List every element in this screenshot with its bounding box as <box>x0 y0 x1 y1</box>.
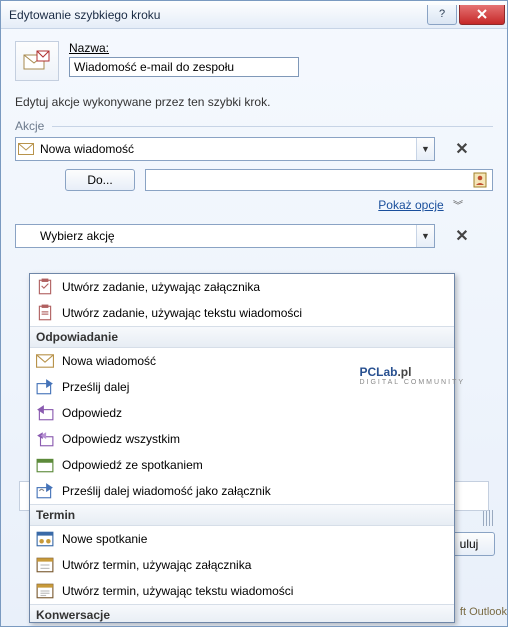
close-icon <box>476 9 488 19</box>
forward-attach-icon <box>36 482 54 500</box>
description-text: Edytuj akcje wykonywane przez ten szybki… <box>15 95 493 109</box>
action2-combo[interactable]: Wybierz akcję ▼ <box>15 224 435 248</box>
action1-selected: Nowa wiadomość <box>36 142 416 156</box>
name-row: Nazwa: <box>15 41 493 81</box>
dd-item-forward[interactable]: Prześlij dalej <box>30 374 454 400</box>
delete-action1-button[interactable]: ✕ <box>453 140 471 158</box>
dd-group-reply: Odpowiadanie <box>30 326 454 348</box>
window-buttons: ? <box>427 5 507 25</box>
mail-team-icon <box>23 49 51 73</box>
expand-chevron-icon[interactable]: ︾ <box>453 201 463 212</box>
reply-icon <box>36 404 54 422</box>
actions-section-label: Akcje <box>15 119 44 133</box>
background-app-hint: ft Outlook <box>460 606 507 618</box>
calendar-text-icon <box>36 582 54 600</box>
dialog-content: Nazwa: Edytuj akcje wykonywane przez ten… <box>1 29 507 248</box>
titlebar: Edytowanie szybkiego kroku ? <box>1 1 507 29</box>
dd-item-new-message[interactable]: Nowa wiadomość <box>30 348 454 374</box>
dd-item-appt-attachment[interactable]: Utwórz termin, używając załącznika <box>30 552 454 578</box>
dd-item-reply-all[interactable]: Odpowiedz wszystkim <box>30 426 454 452</box>
reply-meeting-icon <box>36 456 54 474</box>
dd-item-appt-text[interactable]: Utwórz termin, używając tekstu wiadomośc… <box>30 578 454 604</box>
quickstep-icon[interactable] <box>15 41 59 81</box>
meeting-icon <box>36 530 54 548</box>
dd-group-conv: Konwersacje <box>30 604 454 623</box>
addressbook-icon[interactable] <box>473 172 489 188</box>
dd-item-forward-attachment[interactable]: Prześlij dalej wiadomość jako załącznik <box>30 478 454 504</box>
task-clip-icon <box>36 278 54 296</box>
name-input[interactable] <box>69 57 299 77</box>
action1-combo[interactable]: Nowa wiadomość ▼ <box>15 137 435 161</box>
action-1: Nowa wiadomość ▼ ✕ Do... Pokaż opcje ︾ <box>15 137 493 212</box>
task-text-icon <box>36 304 54 322</box>
chevron-down-icon[interactable]: ▼ <box>416 138 434 160</box>
action2-selected: Wybierz akcję <box>36 229 416 243</box>
window-title: Edytowanie szybkiego kroku <box>9 8 160 22</box>
action-dropdown[interactable]: Utwórz zadanie, używając załącznika Utwó… <box>29 273 455 623</box>
dd-item-task-attachment[interactable]: Utwórz zadanie, używając załącznika <box>30 274 454 300</box>
mail-icon <box>36 352 54 370</box>
to-button[interactable]: Do... <box>65 169 135 191</box>
calendar-clip-icon <box>36 556 54 574</box>
chevron-down-icon[interactable]: ▼ <box>416 225 434 247</box>
name-label: Nazwa: <box>69 41 493 55</box>
dd-item-reply[interactable]: Odpowiedz <box>30 400 454 426</box>
dialog-window: Edytowanie szybkiego kroku ? Nazwa: <box>0 0 508 627</box>
reply-all-icon <box>36 430 54 448</box>
resize-grip-icon[interactable] <box>483 510 493 526</box>
dd-item-new-meeting[interactable]: Nowe spotkanie <box>30 526 454 552</box>
dd-item-reply-meeting[interactable]: Odpowiedź ze spotkaniem <box>30 452 454 478</box>
forward-icon <box>36 378 54 396</box>
to-field[interactable] <box>145 169 493 191</box>
dd-group-appt: Termin <box>30 504 454 526</box>
delete-action2-button[interactable]: ✕ <box>453 227 471 245</box>
help-button[interactable]: ? <box>427 5 457 25</box>
dd-item-task-text[interactable]: Utwórz zadanie, używając tekstu wiadomoś… <box>30 300 454 326</box>
show-options-link[interactable]: Pokaż opcje <box>378 198 443 212</box>
close-button[interactable] <box>459 5 505 25</box>
action-2: Wybierz akcję ▼ ✕ <box>15 224 493 248</box>
mail-icon <box>16 143 36 155</box>
divider <box>52 126 493 127</box>
